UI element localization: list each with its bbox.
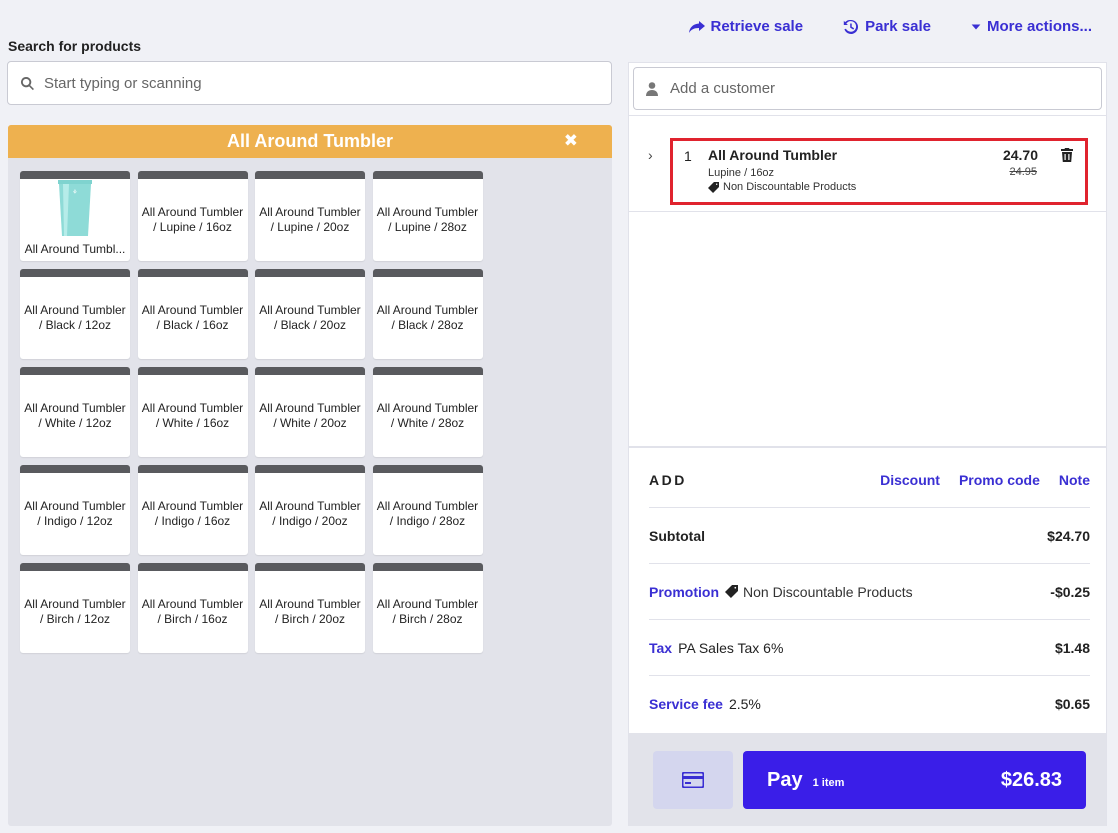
svg-text:⚘: ⚘ bbox=[72, 189, 77, 196]
product-tile[interactable]: ⚘ All Around Tumbl... bbox=[20, 171, 130, 261]
pay-item-count: 1 item bbox=[812, 776, 845, 789]
discount-link[interactable]: Discount bbox=[880, 472, 940, 488]
chevron-right-icon[interactable]: › bbox=[648, 147, 653, 163]
promotion-link[interactable]: Promotion bbox=[649, 584, 719, 600]
divider bbox=[629, 211, 1106, 212]
sale-panel: › 1 All Around Tumbler Lupine / 16oz Non… bbox=[628, 62, 1107, 826]
product-tile[interactable]: All Around Tumbler / White / 28oz bbox=[372, 367, 483, 457]
card-payment-button[interactable] bbox=[653, 751, 733, 809]
product-tile[interactable]: All Around Tumbler / Lupine / 28oz bbox=[372, 171, 483, 261]
promotion-row: Promotion Non Discountable Products -$0.… bbox=[649, 564, 1090, 620]
subtotal-row: Subtotal $24.70 bbox=[649, 508, 1090, 564]
pay-total: $26.83 bbox=[1000, 768, 1062, 791]
product-tile[interactable]: All Around Tumbler / Lupine / 20oz bbox=[255, 171, 365, 261]
product-tile[interactable]: All Around Tumbler / Birch / 12oz bbox=[20, 563, 130, 653]
retrieve-sale-button[interactable]: Retrieve sale bbox=[688, 18, 804, 35]
product-tile[interactable]: All Around Tumbler / White / 16oz bbox=[137, 367, 248, 457]
pay-button[interactable]: Pay 1 item $26.83 bbox=[743, 751, 1086, 809]
more-actions-label: More actions... bbox=[986, 18, 1092, 35]
product-tile[interactable]: All Around Tumbler / Birch / 20oz bbox=[255, 563, 365, 653]
pay-bar: Pay 1 item $26.83 bbox=[629, 733, 1106, 826]
products-header: All Around Tumbler ✖ bbox=[8, 125, 612, 158]
add-row: ADD Discount Promo code Note bbox=[649, 452, 1090, 508]
line-original-price: 24.95 bbox=[1009, 166, 1037, 178]
sale-summary: ADD Discount Promo code Note Subtotal $2… bbox=[629, 446, 1106, 734]
park-sale-button[interactable]: Park sale bbox=[843, 18, 931, 35]
note-link[interactable]: Note bbox=[1059, 472, 1090, 488]
line-product-name: All Around Tumbler bbox=[708, 147, 838, 163]
history-icon bbox=[843, 19, 859, 34]
line-quantity: 1 bbox=[684, 148, 692, 164]
park-sale-label: Park sale bbox=[865, 18, 931, 35]
customer-input[interactable] bbox=[670, 80, 1101, 97]
product-tile[interactable]: All Around Tumbler / Black / 12oz bbox=[20, 269, 130, 359]
tag-icon bbox=[708, 181, 719, 193]
product-tile[interactable]: All Around Tumbler / Birch / 16oz bbox=[137, 563, 248, 653]
product-tile[interactable]: All Around Tumbler / Indigo / 12oz bbox=[20, 465, 130, 555]
promo-code-link[interactable]: Promo code bbox=[959, 472, 1040, 488]
tax-value: $1.48 bbox=[1054, 639, 1090, 656]
trash-icon[interactable] bbox=[1061, 148, 1073, 162]
promotion-value: -$0.25 bbox=[1050, 583, 1090, 600]
product-tile[interactable]: All Around Tumbler / Black / 16oz bbox=[137, 269, 248, 359]
service-fee-value: $0.65 bbox=[1054, 696, 1090, 712]
credit-card-icon bbox=[682, 772, 704, 788]
line-promo-tag: Non Discountable Products bbox=[708, 181, 856, 193]
cart-line-item[interactable]: › 1 All Around Tumbler Lupine / 16oz Non… bbox=[629, 136, 1106, 211]
customer-field[interactable] bbox=[633, 67, 1102, 110]
pay-label: Pay bbox=[767, 768, 803, 791]
search-field[interactable] bbox=[7, 61, 612, 105]
product-tile[interactable]: All Around Tumbler / Indigo / 28oz bbox=[372, 465, 483, 555]
top-actions: Retrieve sale Park sale More actions... bbox=[688, 18, 1092, 35]
subtotal-value: $24.70 bbox=[1047, 527, 1090, 544]
caret-down-icon bbox=[971, 24, 981, 29]
service-fee-row: Service fee 2.5% $0.65 bbox=[649, 676, 1090, 732]
product-grid: ⚘ All Around Tumbl... All Around Tumbler… bbox=[20, 171, 483, 653]
promotion-tag-label: Non Discountable Products bbox=[743, 583, 913, 600]
product-tile[interactable]: All Around Tumbler / Black / 20oz bbox=[255, 269, 365, 359]
search-icon bbox=[20, 76, 34, 90]
tax-row: Tax PA Sales Tax 6% $1.48 bbox=[649, 620, 1090, 676]
share-arrow-icon bbox=[688, 20, 705, 33]
retrieve-sale-label: Retrieve sale bbox=[710, 18, 804, 35]
product-tile[interactable]: All Around Tumbler / Indigo / 16oz bbox=[137, 465, 248, 555]
service-fee-link[interactable]: Service fee bbox=[649, 696, 723, 712]
line-promo-tag-label: Non Discountable Products bbox=[723, 181, 857, 193]
subtotal-label: Subtotal bbox=[649, 527, 705, 544]
product-tile[interactable]: All Around Tumbler / Black / 28oz bbox=[372, 269, 483, 359]
products-header-title: All Around Tumbler bbox=[227, 131, 393, 151]
promotion-tag: Non Discountable Products bbox=[725, 584, 913, 600]
user-icon bbox=[646, 81, 658, 96]
divider bbox=[629, 115, 1106, 116]
product-tile[interactable]: All Around Tumbler / White / 12oz bbox=[20, 367, 130, 457]
products-panel: All Around Tumbler ✖ ⚘ All Around Tumbl.… bbox=[8, 125, 612, 826]
product-tile[interactable]: All Around Tumbler / Birch / 28oz bbox=[372, 563, 483, 653]
product-tile[interactable]: All Around Tumbler / White / 20oz bbox=[255, 367, 365, 457]
tag-icon bbox=[725, 585, 738, 598]
product-tile[interactable]: All Around Tumbler / Indigo / 20oz bbox=[255, 465, 365, 555]
product-tile-label: All Around Tumbl... bbox=[24, 241, 126, 256]
service-fee-description: 2.5% bbox=[728, 696, 761, 712]
tax-description: PA Sales Tax 6% bbox=[678, 639, 784, 656]
more-actions-button[interactable]: More actions... bbox=[971, 18, 1092, 35]
product-tile[interactable]: All Around Tumbler / Lupine / 16oz bbox=[137, 171, 248, 261]
line-variant: Lupine / 16oz bbox=[708, 167, 775, 179]
line-price: 24.70 bbox=[1002, 147, 1038, 163]
search-input[interactable] bbox=[44, 74, 611, 92]
add-label: ADD bbox=[649, 471, 687, 488]
tumbler-image: ⚘ bbox=[58, 179, 92, 236]
tax-link[interactable]: Tax bbox=[649, 640, 672, 656]
close-icon[interactable]: ✖ bbox=[564, 131, 578, 151]
search-label: Search for products bbox=[8, 38, 142, 54]
